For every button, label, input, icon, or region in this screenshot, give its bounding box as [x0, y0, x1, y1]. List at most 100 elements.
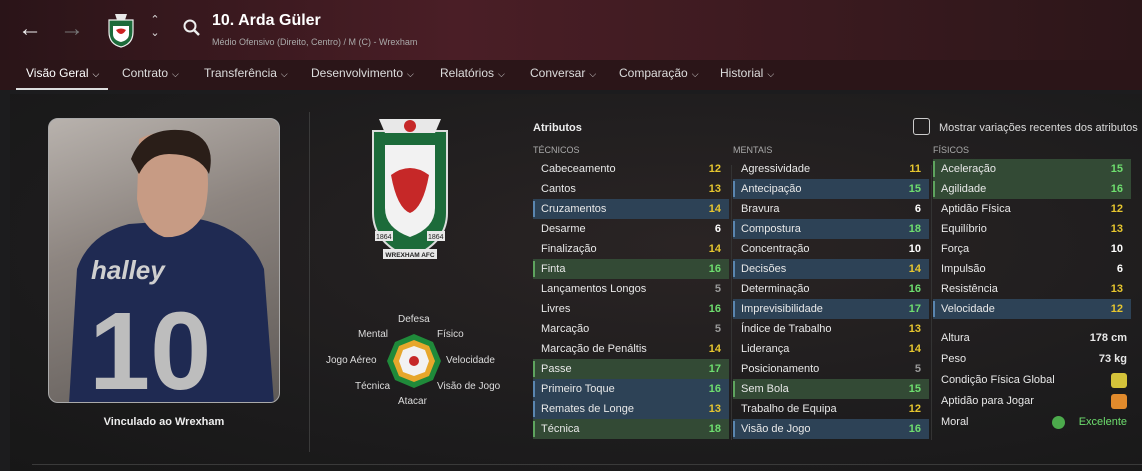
attribute-value: 15 [908, 183, 921, 195]
fisicos-header: FÍSICOS [933, 145, 970, 155]
attribute-value: 13 [1110, 223, 1123, 235]
show-variations-label[interactable]: Mostrar variações recentes dos atributos [939, 122, 1142, 134]
attribute-value: 16 [708, 303, 721, 315]
back-button[interactable]: ← [16, 14, 44, 44]
tab-label: Relatórios [440, 66, 495, 80]
tab-relatorios[interactable]: Relatórios ⌵ [440, 60, 505, 90]
attribute-label: Técnica [541, 423, 580, 435]
divider [309, 112, 310, 452]
attribute-label: Determinação [741, 283, 810, 295]
tab-transferencia[interactable]: Transferência ⌵ [204, 60, 288, 90]
tecnicos-header: TÉCNICOS [533, 145, 580, 155]
position-visao-de-jogo: Visão de Jogo [437, 381, 501, 392]
tab-conversar[interactable]: Conversar ⌵ [530, 60, 596, 90]
search-icon[interactable] [182, 18, 202, 38]
attribute-row[interactable]: Aceleração 15 [933, 159, 1131, 179]
attribute-label: Compostura [741, 223, 801, 235]
attribute-value: 10 [1110, 243, 1123, 255]
attribute-row[interactable]: Técnica 18 [533, 419, 729, 439]
attribute-label: Remates de Longe [541, 403, 634, 415]
attribute-value: 16 [708, 383, 721, 395]
attribute-row[interactable]: Determinação 16 [733, 279, 929, 299]
attribute-row[interactable]: Decisões 14 [733, 259, 929, 279]
attribute-label: Passe [541, 363, 572, 375]
attribute-row[interactable]: Antecipação 15 [733, 179, 929, 199]
arrow-left-icon: ← [18, 15, 42, 42]
attribute-row[interactable]: Concentração 10 [733, 239, 929, 259]
attribute-value: 16 [908, 423, 921, 435]
attribute-label: Finta [541, 263, 566, 275]
tab-historial[interactable]: Historial ⌵ [720, 60, 774, 90]
chevron-down-icon: ⌵ [280, 69, 288, 79]
attribute-value: 18 [908, 223, 921, 235]
wrexham-crest-icon[interactable] [105, 12, 137, 48]
divider [931, 165, 932, 440]
attribute-polygon [387, 334, 441, 388]
show-variations-checkbox[interactable] [913, 118, 930, 135]
svg-text:1864: 1864 [428, 234, 444, 241]
attribute-row[interactable]: Agilidade 16 [933, 179, 1131, 199]
position-mental: Mental [358, 329, 389, 340]
thumbs-up-icon [1052, 416, 1065, 429]
attribute-row[interactable]: Cruzamentos 14 [533, 199, 729, 219]
attribute-row[interactable]: Força 10 [933, 239, 1131, 259]
attribute-row[interactable]: Impulsão 6 [933, 259, 1131, 279]
attribute-row[interactable]: Liderança 14 [733, 339, 929, 359]
attribute-value: 13 [708, 183, 721, 195]
attribute-row[interactable]: Aptidão Física 12 [933, 199, 1131, 219]
attribute-row[interactable]: Finalização 14 [533, 239, 729, 259]
tab-comparacao[interactable]: Comparação ⌵ [619, 60, 699, 90]
attribute-row[interactable]: Finta 16 [533, 259, 729, 279]
attribute-row[interactable]: Livres 16 [533, 299, 729, 319]
tab-label: Comparação [619, 66, 688, 80]
attribute-value: 5 [714, 283, 721, 295]
tab-desenvolvimento[interactable]: Desenvolvimento ⌵ [311, 60, 414, 90]
attribute-row[interactable]: Remates de Longe 13 [533, 399, 729, 419]
attribute-row[interactable]: Índice de Trabalho 13 [733, 319, 929, 339]
tab-visao-geral[interactable]: Visão Geral ⌵ [16, 60, 108, 90]
attribute-row[interactable]: Resistência 13 [933, 279, 1131, 299]
attribute-row[interactable]: Trabalho de Equipa 12 [733, 399, 929, 419]
attribute-row[interactable]: Marcação de Penáltis 14 [533, 339, 729, 359]
attribute-label: Posicionamento [741, 363, 820, 375]
attribute-row[interactable]: Marcação 5 [533, 319, 729, 339]
attribute-row[interactable]: Cantos 13 [533, 179, 729, 199]
attribute-value: 14 [708, 243, 721, 255]
attribute-row[interactable]: Equilíbrio 13 [933, 219, 1131, 239]
nav-bar: Visão Geral ⌵ Contrato ⌵ Transferência ⌵ De… [0, 60, 1142, 90]
attribute-label: Impulsão [941, 263, 986, 275]
attribute-value: 16 [1110, 183, 1123, 195]
position-defesa: Defesa [398, 314, 430, 325]
attribute-value: 13 [1110, 283, 1123, 295]
chevron-down-icon: ⌵ [767, 69, 775, 79]
forward-button[interactable]: → [58, 14, 86, 44]
chevron-down-icon: ⌵ [172, 69, 179, 79]
attribute-label: Desarme [541, 223, 586, 235]
condicao-row: Condição Física Global [933, 370, 1131, 391]
attribute-row[interactable]: Passe 17 [533, 359, 729, 379]
tab-contrato[interactable]: Contrato ⌵ [122, 60, 179, 90]
attribute-row[interactable]: Primeiro Toque 16 [533, 379, 729, 399]
attribute-row[interactable]: Bravura 6 [733, 199, 929, 219]
attribute-value: 15 [1110, 163, 1123, 175]
chevron-down-icon: ⌵ [691, 69, 699, 79]
attribute-row[interactable]: Visão de Jogo 16 [733, 419, 929, 439]
attribute-label: Resistência [941, 283, 998, 295]
up-down-chevron-icon[interactable]: ⌃ ⌄ [148, 14, 162, 44]
attribute-row[interactable]: Posicionamento 5 [733, 359, 929, 379]
peso-value: 73 kg [1098, 353, 1127, 365]
heart-icon [1111, 373, 1127, 388]
attribute-row[interactable]: Cabeceamento 12 [533, 159, 729, 179]
mentais-header: MENTAIS [733, 145, 773, 155]
attribute-value: 17 [708, 363, 721, 375]
attribute-row[interactable]: Lançamentos Longos 5 [533, 279, 729, 299]
attribute-row[interactable]: Desarme 6 [533, 219, 729, 239]
attribute-row[interactable]: Sem Bola 15 [733, 379, 929, 399]
attribute-row[interactable]: Imprevisibilidade 17 [733, 299, 929, 319]
chevron-down-icon: ⌵ [589, 69, 597, 79]
attribute-row[interactable]: Compostura 18 [733, 219, 929, 239]
attribute-value: 18 [708, 423, 721, 435]
attribute-row[interactable]: Agressividade 11 [733, 159, 929, 179]
attribute-row[interactable]: Velocidade 12 [933, 299, 1131, 319]
attribute-label: Aptidão Física [941, 203, 1011, 215]
